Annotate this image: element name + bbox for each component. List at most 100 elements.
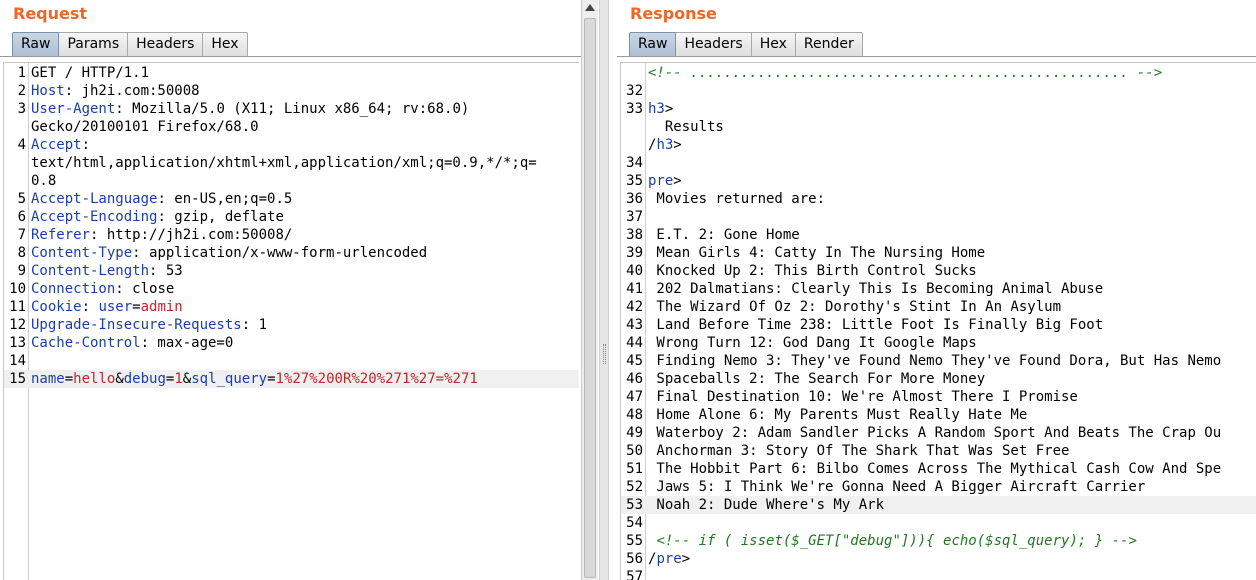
html-tag: pre [648,173,674,189]
line-number: 3 [17,101,26,117]
response-tab-hex[interactable]: Hex [751,32,796,57]
line-number: 49 [626,425,643,441]
line-text: Results [648,118,724,136]
line-text: Movies returned are: [648,190,825,208]
response-code-line: 46 Spaceballs 2: The Search For More Mon… [621,370,1256,388]
line-text: Accept: [31,136,90,154]
response-tab-headers[interactable]: Headers [676,32,752,57]
line-number: 12 [9,317,26,333]
response-code-line: 37 [621,208,1256,226]
line-text: Spaceballs 2: The Search For More Money [648,370,985,388]
line-number: 57 [626,569,643,580]
html-tag: pre [656,551,682,567]
line-number: 33 [626,101,643,117]
line-number: 45 [626,353,643,369]
line-number: 11 [9,299,26,315]
request-code-line: 1 GET / HTTP/1.1 [4,64,579,82]
html-comment: <!-- if ( isset($_GET["debug"])){ echo($… [656,533,1137,549]
line-text: 0.8 [31,172,56,190]
request-code-line: text/html,application/xhtml+xml,applicat… [4,154,579,172]
html-tag: h3 [648,101,665,117]
line-number: 48 [626,407,643,423]
text-span: : [81,137,91,153]
response-code-line: 55 <!-- if ( isset($_GET["debug"])){ ech… [621,532,1256,550]
request-tab-headers[interactable]: Headers [128,32,204,57]
response-code-line: 54 [621,514,1256,532]
text-span: The Wizard Of Oz 2: Dorothy's Stint In A… [648,299,1062,315]
field-value: admin [140,299,183,315]
response-code-line: 45 Finding Nemo 3: They've Found Nemo Th… [621,352,1256,370]
response-code-line: 48 Home Alone 6: My Parents Must Really … [621,406,1256,424]
line-text: User-Agent: Mozilla/5.0 (X11; Linux x86_… [31,100,469,118]
response-tabbar: Raw Headers Hex Render [629,32,863,57]
line-number: 32 [626,83,643,99]
field-name: Accept [31,137,82,153]
field-name: Connection [31,281,116,297]
line-text: Waterboy 2: Adam Sandler Picks A Random … [648,424,1221,442]
response-tab-render[interactable]: Render [795,32,863,57]
request-editor[interactable]: 1 GET / HTTP/1.1 2 Host: jh2i.com:50008 3 Use… [3,62,579,580]
response-editor[interactable]: <!-- ...................................… [620,62,1256,580]
text-span: : max-age=0 [140,335,234,351]
line-text: 202 Dalmatians: Clearly This Is Becoming… [648,280,1103,298]
line-number: 52 [626,479,643,495]
pane-splitter[interactable] [599,0,609,580]
grip-icon[interactable] [603,344,606,364]
html-comment: <!-- ...................................… [648,65,1163,81]
line-text: Land Before Time 238: Little Foot Is Fin… [648,316,1103,334]
text-span: Anchorman 3: Story Of The Shark That Was… [648,443,1070,459]
response-code-line: /h3> [621,136,1256,154]
response-title: Response [630,4,717,23]
request-code-line: 11 Cookie: user=admin [4,298,579,316]
response-code-line: 41 202 Dalmatians: Clearly This Is Becom… [621,280,1256,298]
text-span: Mean Girls 4: Catty In The Nursing Home [648,245,986,261]
request-code-line: 8 Content-Type: application/x-www-form-ur… [4,244,579,262]
request-code-line: 7 Referer: http://jh2i.com:50008/ [4,226,579,244]
line-number: 51 [626,461,643,477]
line-text: Mean Girls 4: Catty In The Nursing Home [648,244,985,262]
request-tab-hex[interactable]: Hex [203,32,248,57]
line-text: Accept-Encoding: gzip, deflate [31,208,284,226]
field-name: Host [31,83,65,99]
field-name: Content-Length [31,263,150,279]
text-span: = [132,299,141,315]
response-tab-underline [617,56,1256,57]
field-name: Cookie [31,299,82,315]
text-span: Results [648,119,724,135]
line-text: Content-Type: application/x-www-form-url… [31,244,427,262]
line-number: 6 [17,209,26,225]
response-tab-raw[interactable]: Raw [629,32,677,57]
field-name: debug [123,371,166,387]
response-code-line: Results [621,118,1256,136]
line-text: Cookie: user=admin [31,298,183,316]
line-text: Jaws 5: I Think We're Gonna Need A Bigge… [648,478,1145,496]
text-span: GET / HTTP/1.1 [31,65,150,81]
response-code-line: 52 Jaws 5: I Think We're Gonna Need A Bi… [621,478,1256,496]
html-tag: h3 [656,137,674,153]
line-text: Referer: http://jh2i.com:50008/ [31,226,292,244]
line-number: 4 [17,137,26,153]
field-value: 1%27%200R%20%271%27=%271 [275,371,478,387]
field-name: Accept-Language [31,191,158,207]
text-span: > [673,173,682,189]
request-scrollbar[interactable] [581,0,598,580]
line-number: 41 [626,281,643,297]
text-span: : en-US,en;q=0.5 [157,191,293,207]
request-tab-raw[interactable]: Raw [12,32,60,57]
field-name: Content-Type [31,245,133,261]
text-span: = [267,371,276,387]
arrow-up-icon[interactable] [585,4,595,11]
text-span: Land Before Time 238: Little Foot Is Fin… [648,317,1104,333]
text-span: & [115,371,124,387]
response-code-line: 56/pre> [621,550,1256,568]
text-span: : application/x-www-form-urlencoded [132,245,428,261]
line-number: 9 [17,263,26,279]
request-code-line: 5 Accept-Language: en-US,en;q=0.5 [4,190,579,208]
request-scrollbar-thumb[interactable] [584,18,596,578]
line-text: Final Destination 10: We're Almost There… [648,388,1077,406]
line-number: 34 [626,155,643,171]
line-number: 42 [626,299,643,315]
request-tab-params[interactable]: Params [59,32,129,57]
response-code-line: 39 Mean Girls 4: Catty In The Nursing Ho… [621,244,1256,262]
line-text: <!-- ...................................… [648,64,1162,82]
